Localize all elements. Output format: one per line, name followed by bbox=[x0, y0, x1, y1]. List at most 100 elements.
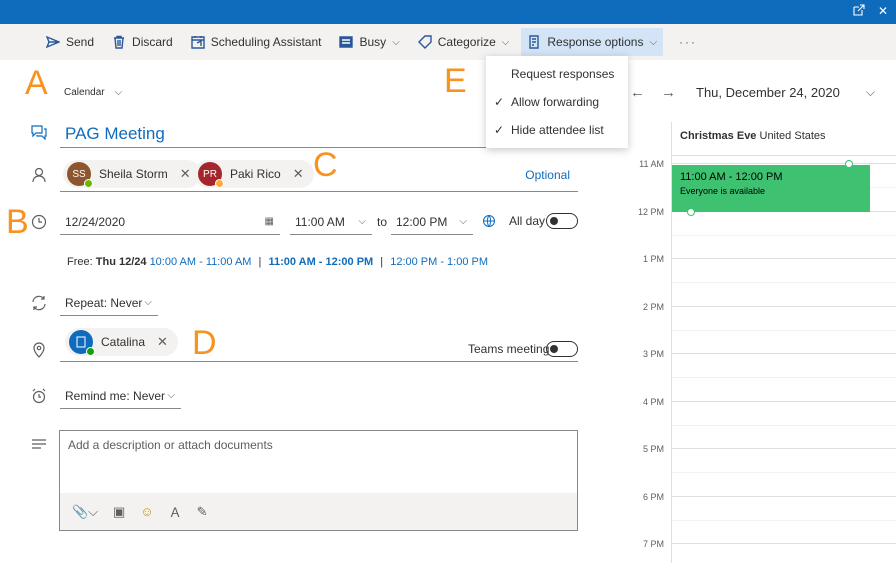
attach-icon[interactable]: 📎⌵ bbox=[72, 504, 98, 520]
response-options-dropdown[interactable]: Response options ⌵ bbox=[521, 28, 664, 56]
hour-label: 3 PM bbox=[642, 349, 664, 359]
all-day-toggle[interactable] bbox=[546, 213, 578, 229]
all-day-label: All day bbox=[509, 214, 546, 228]
event-resize-handle-top[interactable] bbox=[845, 160, 853, 168]
door-icon bbox=[76, 336, 86, 348]
discard-label: Discard bbox=[132, 35, 173, 49]
discard-button[interactable]: Discard bbox=[106, 28, 179, 56]
categorize-label: Categorize bbox=[437, 35, 496, 49]
room-name: Catalina bbox=[101, 335, 146, 349]
arrow-left-icon[interactable]: ← bbox=[630, 84, 645, 101]
room-chip[interactable]: Catalina ✕ bbox=[65, 328, 178, 356]
free-slot-selected[interactable]: 11:00 AM - 12:00 PM bbox=[268, 256, 373, 268]
end-time-value: 12:00 PM bbox=[396, 214, 448, 229]
attendee-name: Sheila Storm bbox=[99, 167, 168, 181]
menu-item-label: Allow forwarding bbox=[511, 95, 600, 109]
event-status: Everyone is available bbox=[680, 186, 766, 196]
scheduling-icon bbox=[191, 36, 205, 49]
scheduling-assistant-button[interactable]: Scheduling Assistant bbox=[185, 28, 328, 56]
presence-available-icon bbox=[84, 179, 93, 188]
clock-icon bbox=[31, 214, 47, 230]
menu-item-label: Request responses bbox=[511, 67, 615, 81]
emoji-icon[interactable]: ☺ bbox=[140, 504, 153, 519]
chevron-down-icon: ⌵ bbox=[649, 36, 658, 48]
format-text-icon[interactable]: Ａ bbox=[169, 502, 182, 521]
more-options-button[interactable]: ··· bbox=[679, 35, 697, 49]
avatar: SS bbox=[67, 162, 93, 188]
hour-label: 4 PM bbox=[642, 397, 664, 407]
attendee-name: Paki Rico bbox=[230, 167, 281, 181]
presence-away-icon bbox=[215, 179, 224, 188]
draw-pen-icon[interactable]: ✎ bbox=[197, 504, 208, 520]
categorize-dropdown[interactable]: Categorize ⌵ bbox=[412, 28, 516, 56]
chevron-down-icon: ⌵ bbox=[501, 36, 510, 48]
repeat-select[interactable]: Repeat: Never ⌵ bbox=[60, 290, 158, 316]
checkmark-icon: ✓ bbox=[494, 123, 505, 137]
trash-icon bbox=[114, 35, 125, 49]
start-time-select[interactable]: 11:00 AM ⌵ bbox=[290, 209, 372, 235]
avatar: PR bbox=[198, 162, 224, 188]
calendar-day-grid[interactable] bbox=[671, 156, 896, 563]
menu-item-allow-forwarding[interactable]: ✓ Allow forwarding bbox=[486, 88, 628, 116]
chevron-down-icon: ⌵ bbox=[459, 216, 467, 227]
chevron-down-icon: ⌵ bbox=[114, 87, 123, 98]
optional-attendees-link[interactable]: Optional bbox=[525, 168, 570, 182]
response-options-label: Response options bbox=[547, 35, 644, 49]
send-button[interactable]: Send bbox=[40, 28, 100, 56]
repeat-value: Repeat: Never bbox=[65, 295, 143, 310]
chevron-down-icon[interactable]: ⌵ bbox=[866, 85, 875, 100]
menu-item-request-responses[interactable]: Request responses bbox=[486, 60, 628, 88]
pop-out-icon[interactable] bbox=[852, 4, 866, 18]
busy-status-icon bbox=[339, 36, 354, 48]
hour-label: 2 PM bbox=[642, 302, 664, 312]
start-date-input[interactable]: 12/24/2020 ▦ bbox=[60, 209, 280, 235]
remove-location-icon[interactable]: ✕ bbox=[157, 334, 168, 350]
repeat-icon bbox=[31, 295, 47, 311]
remove-attendee-icon[interactable]: ✕ bbox=[180, 166, 191, 182]
menu-item-hide-attendee-list[interactable]: ✓ Hide attendee list bbox=[486, 116, 628, 144]
avatar-initials: SS bbox=[72, 168, 86, 180]
chat-icon bbox=[31, 124, 47, 141]
hour-label: 5 PM bbox=[642, 444, 664, 454]
calendar-picker-icon[interactable]: ▦ bbox=[265, 216, 274, 227]
free-slot[interactable]: 12:00 PM - 1:00 PM bbox=[390, 256, 488, 268]
teams-meeting-toggle[interactable] bbox=[546, 341, 578, 357]
arrow-right-icon[interactable]: → bbox=[661, 84, 676, 101]
send-label: Send bbox=[66, 35, 95, 49]
calendar-select[interactable]: Calendar ⌵ bbox=[64, 87, 122, 98]
free-slot[interactable]: 10:00 AM - 11:00 AM bbox=[150, 256, 252, 268]
start-date-value: 12/24/2020 bbox=[65, 214, 126, 229]
time-zone-icon[interactable] bbox=[482, 214, 496, 228]
menu-item-label: Hide attendee list bbox=[511, 123, 604, 137]
hour-label: 6 PM bbox=[642, 492, 664, 502]
description-placeholder: Add a description or attach documents bbox=[68, 438, 273, 452]
close-icon[interactable]: ✕ bbox=[876, 4, 890, 18]
room-avatar bbox=[69, 330, 95, 356]
attendee-chip[interactable]: PR Paki Rico ✕ bbox=[194, 160, 314, 188]
attendee-chip[interactable]: SS Sheila Storm ✕ bbox=[63, 160, 201, 188]
hour-label: 12 PM bbox=[637, 207, 664, 217]
chevron-down-icon: ⌵ bbox=[167, 390, 175, 401]
description-toolbar: 📎⌵ ▣ ☺ Ａ ✎ bbox=[60, 493, 577, 530]
reminder-select[interactable]: Remind me: Never ⌵ bbox=[60, 383, 181, 409]
send-icon bbox=[46, 35, 60, 49]
holiday-name: Christmas Eve bbox=[680, 130, 757, 142]
remove-attendee-icon[interactable]: ✕ bbox=[293, 166, 304, 182]
chevron-down-icon: ⌵ bbox=[392, 36, 400, 48]
calendar-date: Thu, December 24, 2020 bbox=[696, 85, 840, 100]
chevron-down-icon: ⌵ bbox=[144, 297, 152, 308]
busy-dropdown[interactable]: Busy ⌵ bbox=[333, 28, 405, 56]
annotation-a: A bbox=[25, 64, 48, 102]
annotation-e: E bbox=[444, 62, 467, 100]
attendees-field[interactable]: SS Sheila Storm ✕ PR Paki Rico ✕ Optiona… bbox=[60, 158, 578, 192]
scheduling-assistant-label: Scheduling Assistant bbox=[210, 35, 322, 49]
calendar-event-block[interactable]: 11:00 AM - 12:00 PM Everyone is availabl… bbox=[672, 165, 870, 212]
location-pin-icon bbox=[31, 342, 47, 358]
insert-image-icon[interactable]: ▣ bbox=[113, 504, 125, 520]
to-label: to bbox=[377, 215, 388, 229]
description-editor[interactable]: Add a description or attach documents 📎⌵… bbox=[59, 430, 578, 531]
event-resize-handle-bottom[interactable] bbox=[687, 208, 695, 216]
window-title-bar: ✕ bbox=[0, 0, 896, 24]
end-time-select[interactable]: 12:00 PM ⌵ bbox=[391, 209, 473, 235]
tag-icon bbox=[417, 35, 432, 49]
